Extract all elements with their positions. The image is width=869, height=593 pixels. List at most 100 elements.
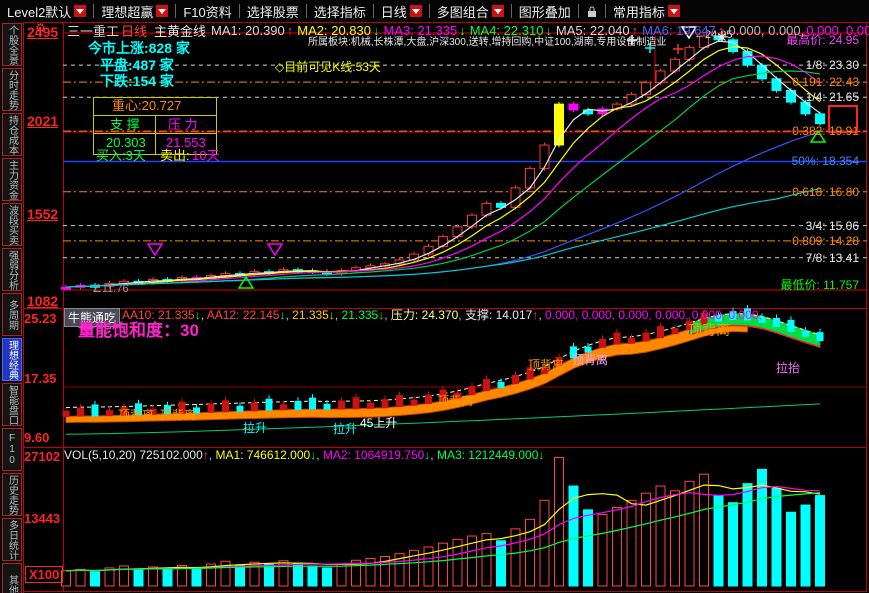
header-part: , [335, 308, 342, 322]
sell-signal-triangle [148, 244, 162, 255]
sell-days-value: 10天 [192, 149, 219, 163]
header-part: , [316, 448, 323, 462]
lock-icon-button[interactable] [579, 5, 605, 18]
chart-annotation: 顶背离 [118, 406, 154, 423]
sidebar-tab-分时走势[interactable]: 分时走势 [2, 68, 22, 111]
sidebar-tab-理想经典[interactable]: 理想经典 [2, 338, 22, 381]
ma-value: MA1: 20.390↑ [211, 23, 295, 38]
ma-value: MA3: 21.335↓ [383, 23, 467, 38]
sidebar-tab-持仓成本[interactable]: 持仓成本 [2, 113, 22, 156]
menu-item-理想超赢[interactable]: 理想超赢 [94, 2, 175, 21]
sell-signal-triangle [268, 244, 282, 255]
ma-line [66, 41, 820, 287]
header-part: VOL(5,10,20) [64, 448, 139, 462]
volume-bar [685, 481, 694, 586]
volume-bar [729, 503, 738, 586]
sidebar-tab-多日统计[interactable]: 多日统计 [2, 518, 22, 561]
volume-bar [642, 493, 651, 586]
price-axis-label: 1082 [27, 293, 58, 309]
menu-item-label: Level2默认 [7, 2, 71, 21]
dropdown-icon[interactable] [492, 5, 504, 17]
header-part: ↓ [538, 448, 544, 462]
chart-annotation: 顶背离 [688, 320, 730, 340]
volume-scale-note: X100 [25, 566, 63, 583]
sidebar-tab-其他[interactable]: 其他 [2, 563, 22, 593]
menu-item-F10资料[interactable]: F10资料 [176, 2, 238, 21]
menu-item-选择指标[interactable]: 选择指标 [307, 2, 373, 21]
indicator-axis-label: 13443 [24, 511, 60, 526]
sidebar-tab-强弱分析[interactable]: 强弱分析 [2, 248, 22, 291]
menu-item-常用指标[interactable]: 常用指标 [606, 2, 687, 21]
volume-bar [323, 568, 332, 586]
sidebar-tab-个股全景[interactable]: 个股全景 [2, 23, 22, 66]
volume-saturation: 量能饱和度：30 [78, 322, 199, 341]
fib-level-label: 50%: 18.354 [792, 154, 859, 168]
header-part: 725102.000 [139, 448, 202, 462]
market-stat: 平盘:487 家 [100, 58, 174, 73]
price-axis-label: 2021 [27, 113, 58, 129]
buy-signal-triangle [239, 277, 253, 288]
chart-annotation: 拉升 [243, 419, 267, 436]
chart-annotation: 45上升 [360, 414, 397, 431]
header-part: , [458, 308, 465, 322]
volume-bar [308, 566, 317, 586]
menu-item-label: 图形叠加 [519, 2, 571, 21]
ma-value: MA4: 22.310↓ [470, 23, 554, 38]
header-part: 压力: 24.370 [391, 308, 458, 322]
low-note: ∠11.76 [92, 283, 129, 295]
volume-bar [700, 474, 709, 586]
menu-item-多图组合[interactable]: 多图组合 [430, 2, 511, 21]
volume-bar [671, 491, 680, 586]
volume-bar [743, 484, 752, 586]
volume-bar [627, 500, 636, 586]
gear-icon[interactable]: ⚙ [35, 21, 46, 35]
buy-days: 买入:3天 [96, 149, 146, 163]
volume-bar [714, 496, 723, 586]
menu-item-label: 多图组合 [437, 2, 489, 21]
sidebar-tab-历史走势[interactable]: 历史走势 [2, 473, 22, 516]
sell-days-label: 卖出: [160, 149, 190, 163]
fib-level-label: 1/4: 21.65 [806, 90, 859, 104]
volume-bar [511, 529, 520, 586]
chart-annotation: 顶背离 [528, 356, 564, 373]
volume-bar [76, 569, 85, 586]
price-axis-label: 1552 [27, 206, 58, 222]
header-part: AA12: [207, 308, 243, 322]
sidebar-tab-波段买卖[interactable]: 波段买卖 [2, 203, 22, 246]
support-label: 支 撑 [110, 118, 140, 132]
menu-item-图形叠加[interactable]: 图形叠加 [512, 2, 578, 21]
header-part: , [430, 448, 437, 462]
stock-app-window: Level2默认理想超赢F10资料选择股票选择指标日线多图组合图形叠加常用指标 … [0, 0, 869, 593]
chart-annotation: 拉抬 [776, 359, 800, 376]
menu-item-Level2默认[interactable]: Level2默认 [0, 2, 93, 21]
dropdown-icon[interactable] [74, 5, 86, 17]
extra-values: 0.000, 0.000, [728, 23, 804, 38]
market-stat: 今市上涨:828 家 [88, 41, 190, 56]
dropdown-icon[interactable] [410, 5, 422, 17]
dropdown-icon[interactable] [668, 5, 680, 17]
indicator-axis-label: 9.60 [24, 430, 49, 445]
volume-bar [482, 534, 491, 586]
sidebar-tab-F10[interactable]: F10 [2, 428, 22, 471]
indicator-axis-label: 25.23 [24, 311, 57, 326]
pressure-label: 压 力 [168, 118, 198, 132]
dropdown-icon[interactable] [156, 5, 168, 17]
menu-item-日线[interactable]: 日线 [374, 2, 429, 21]
volume-bar [801, 505, 810, 586]
fib-level-label: 3/4: 15.06 [806, 219, 859, 233]
menu-item-选择股票[interactable]: 选择股票 [240, 2, 306, 21]
volume-bar [236, 565, 245, 586]
fib-level-label: 0.382: 19.91 [792, 124, 859, 138]
sidebar-tab-多周期[interactable]: 多周期 [2, 293, 22, 336]
ma-value: MA2: 20.830↓ [297, 23, 381, 38]
fib-level-label: 最低价: 11.757 [781, 276, 859, 293]
indicator-axis-label: 17.35 [24, 371, 57, 386]
market-stat: 下跌:154 家 [100, 74, 174, 89]
menu-bar: Level2默认 理想超赢 F10资料选择股票选择指标日线多图组合 图形叠加 常用指标 [0, 0, 869, 22]
menu-item-label: 理想超赢 [101, 2, 153, 21]
sidebar-tab-主力资金[interactable]: 主力资金 [2, 158, 22, 201]
sidebar-tab-智能盘口[interactable]: 智能盘口 [2, 383, 22, 426]
chart-annotation: 拉升 [333, 420, 357, 437]
volume-bar [149, 567, 158, 586]
volume-bar [555, 457, 564, 586]
